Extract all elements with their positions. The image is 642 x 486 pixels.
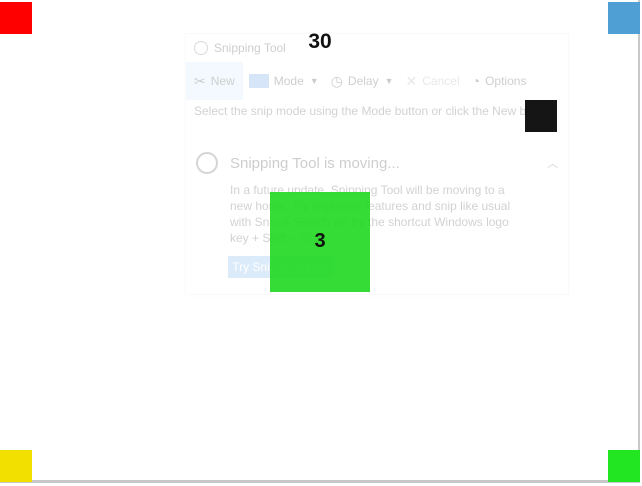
marker-label-center: 3 xyxy=(314,230,326,252)
snip-sketch-icon xyxy=(196,152,218,174)
close-icon: ✕ xyxy=(405,72,418,89)
title-bar: Snipping Tool xyxy=(186,34,568,62)
notice-header: Snipping Tool is moving... ︿ xyxy=(186,148,568,178)
clock-icon: ◷ xyxy=(330,72,343,89)
mode-button[interactable]: Mode ▼ xyxy=(243,62,325,100)
options-button[interactable]: ◔ Options xyxy=(466,62,533,100)
corner-marker-bottom-right xyxy=(608,450,640,482)
mode-label: Mode xyxy=(273,74,304,88)
notice-title: Snipping Tool is moving... xyxy=(230,154,400,172)
corner-marker-top-left xyxy=(0,2,32,34)
new-snip-icon: ✂ xyxy=(194,72,206,89)
new-snip-button[interactable]: ✂ New xyxy=(186,62,243,100)
toolbar: ✂ New Mode ▼ ◷ Delay ▼ ✕ Cancel ◔ Option… xyxy=(186,62,568,100)
chevron-up-icon[interactable]: ︿ xyxy=(547,155,558,171)
marker-label-top: 30 xyxy=(308,30,332,53)
cancel-label: Cancel xyxy=(422,74,460,88)
corner-marker-bottom-left xyxy=(0,450,32,482)
snipping-tool-window: Snipping Tool ✂ New Mode ▼ ◷ Delay ▼ ✕ C… xyxy=(185,33,569,295)
mode-icon xyxy=(248,74,269,88)
mode-dropdown-icon: ▼ xyxy=(309,76,319,86)
options-icon: ◔ xyxy=(471,73,481,89)
dark-square-marker xyxy=(525,100,557,132)
delay-label: Delay xyxy=(347,74,379,88)
notice-body: In a future update, Snipping Tool will b… xyxy=(230,183,511,245)
new-label: New xyxy=(210,74,235,88)
scissors-icon xyxy=(194,41,208,55)
corner-marker-top-right xyxy=(608,2,640,34)
delay-button[interactable]: ◷ Delay ▼ xyxy=(325,62,400,100)
window-title: Snipping Tool xyxy=(214,41,286,55)
cancel-button[interactable]: ✕ Cancel xyxy=(400,62,466,100)
delay-dropdown-icon: ▼ xyxy=(384,76,394,86)
mode-hint-text: Select the snip mode using the Mode butt… xyxy=(194,104,557,118)
options-label: Options xyxy=(485,74,527,88)
